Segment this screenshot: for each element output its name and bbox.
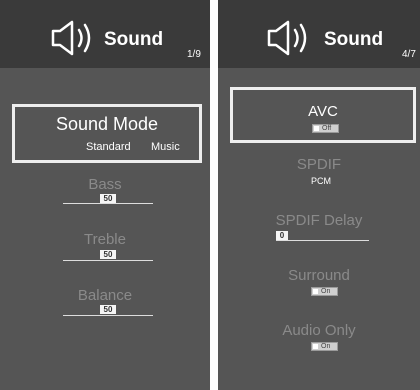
- audio-only-state: On: [321, 343, 331, 350]
- treble-slider-value: 50: [100, 250, 116, 259]
- avc-state: Off: [322, 125, 332, 132]
- surround-state: On: [321, 288, 331, 295]
- menu-item-avc[interactable]: AVC Off: [230, 87, 416, 143]
- menu-item-sound-mode[interactable]: Sound Mode Standard Music: [12, 104, 202, 163]
- sound-menu-right: Sound 4/7 AVC Off SPDIF PCM SPDIF Delay …: [218, 0, 420, 390]
- header-title: Sound: [104, 29, 164, 50]
- page-indicator: 1/9: [187, 49, 201, 60]
- balance-slider-track[interactable]: [63, 315, 153, 316]
- spdif-value: PCM: [311, 176, 331, 186]
- spdif-label: SPDIF: [296, 156, 342, 173]
- toggle-knob: [314, 126, 319, 131]
- menu-header: Sound 1/9: [0, 0, 210, 68]
- menu-header: Sound 4/7: [218, 0, 420, 68]
- balance-slider-value: 50: [100, 305, 116, 314]
- page-indicator: 4/7: [402, 49, 416, 60]
- spdif-delay-slider-track[interactable]: [276, 240, 369, 241]
- avc-toggle[interactable]: Off: [312, 124, 339, 133]
- treble-label: Treble: [84, 231, 126, 248]
- toggle-knob: [313, 344, 318, 349]
- audio-only-toggle[interactable]: On: [311, 342, 338, 351]
- audio-only-label: Audio Only: [282, 322, 356, 339]
- avc-label: AVC: [308, 103, 338, 120]
- option-music[interactable]: Music: [151, 141, 180, 153]
- treble-slider-track[interactable]: [63, 260, 153, 261]
- speaker-icon: [267, 20, 307, 56]
- option-standard[interactable]: Standard: [86, 141, 131, 153]
- speaker-icon: [51, 20, 91, 56]
- toggle-knob: [313, 289, 318, 294]
- bass-slider-track[interactable]: [63, 203, 153, 204]
- bass-label: Bass: [88, 176, 122, 193]
- sound-mode-label: Sound Mode: [55, 114, 159, 134]
- surround-toggle[interactable]: On: [311, 287, 338, 296]
- balance-label: Balance: [77, 287, 133, 304]
- spdif-delay-value: 0: [276, 231, 288, 240]
- sound-menu-left: Sound 1/9 Sound Mode Standard Music Bass…: [0, 0, 210, 390]
- spdif-delay-label: SPDIF Delay: [275, 212, 363, 229]
- bass-slider-value: 50: [100, 194, 116, 203]
- surround-label: Surround: [288, 267, 350, 284]
- header-title: Sound: [324, 29, 384, 50]
